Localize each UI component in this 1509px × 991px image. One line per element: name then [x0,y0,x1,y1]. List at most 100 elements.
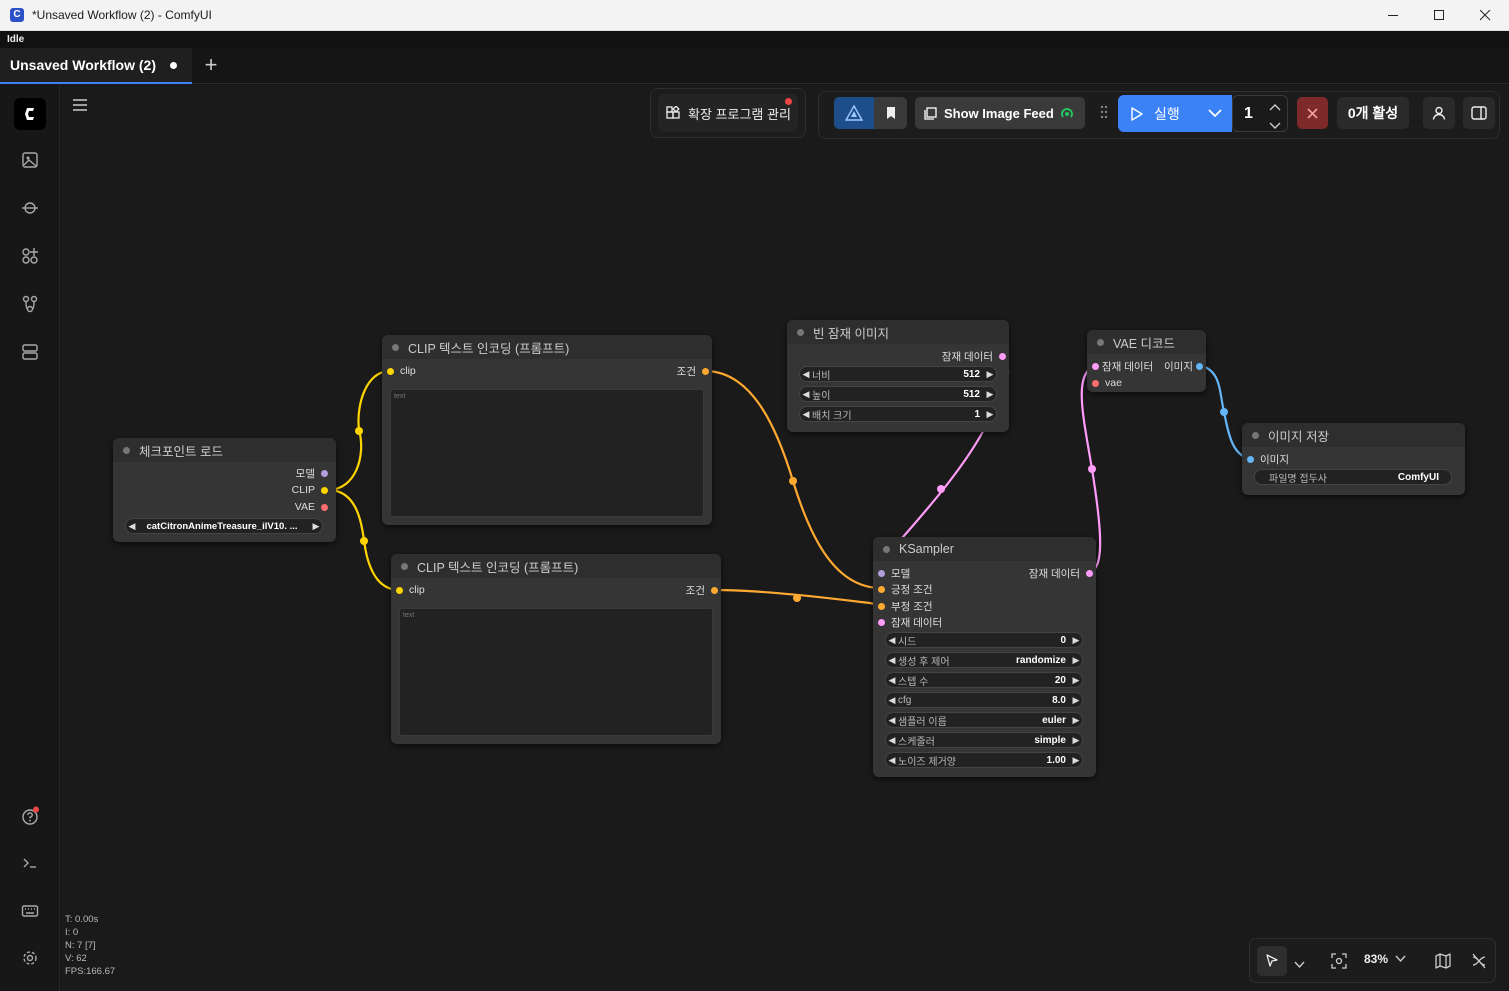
arrow-right-icon[interactable]: ▶ [984,369,996,380]
sidebar-item-images[interactable] [14,144,46,176]
port-dot-icon[interactable] [878,585,885,593]
input-model[interactable]: 모델 [878,566,910,580]
port-dot-icon[interactable] [1092,379,1099,387]
sidebar-item-models[interactable] [14,192,46,224]
port-dot-icon[interactable] [878,618,885,626]
minimize-button[interactable] [1370,0,1416,31]
output-conditioning[interactable]: 조건 [686,583,718,597]
node-title-bar[interactable]: CLIP 텍스트 인코딩 (프롬프트) [391,554,721,578]
sampler-name-widget[interactable]: ◀ 샘플러 이름 euler ▶ [885,712,1083,728]
tab-workflow[interactable]: Unsaved Workflow (2) [0,48,192,84]
output-vae[interactable]: VAE [295,500,328,514]
arrow-right-icon[interactable]: ▶ [310,521,322,532]
output-latent[interactable]: 잠재 데이터 [942,349,1006,363]
arrow-right-icon[interactable]: ▶ [1070,755,1082,766]
arrow-left-icon[interactable]: ◀ [886,755,898,766]
output-latent[interactable]: 잠재 데이터 [1029,566,1093,580]
arrow-right-icon[interactable]: ▶ [1070,635,1082,646]
sidebar-settings-button[interactable] [14,942,46,974]
node-title-bar[interactable]: 이미지 저장 [1242,423,1465,447]
sidebar-keyboard-button[interactable] [14,895,46,927]
control-after-generate-widget[interactable]: ◀ 생성 후 제어 randomize ▶ [885,652,1083,668]
input-negative[interactable]: 부정 조건 [878,599,933,613]
input-samples[interactable]: 잠재 데이터 [1092,359,1153,373]
batch-size-widget[interactable]: ◀ 배치 크기 1 ▶ [799,406,997,422]
prompt-textarea[interactable]: text [399,608,713,736]
output-image[interactable]: 이미지 [1164,359,1203,373]
port-dot-icon[interactable] [702,367,709,375]
port-dot-icon[interactable] [396,586,403,594]
input-clip[interactable]: clip [387,364,416,378]
arrow-right-icon[interactable]: ▶ [1070,675,1082,686]
close-window-button[interactable] [1462,0,1508,31]
sidebar-item-nodes[interactable] [14,240,46,272]
input-latent[interactable]: 잠재 데이터 [878,615,942,629]
port-dot-icon[interactable] [321,503,328,511]
output-clip[interactable]: CLIP [292,483,328,497]
zoom-dropdown[interactable]: 83% [1364,952,1406,966]
input-clip[interactable]: clip [396,583,425,597]
arrow-right-icon[interactable]: ▶ [1070,735,1082,746]
sidebar-terminal-button[interactable] [14,847,46,879]
node-title-bar[interactable]: 체크포인트 로드 [113,438,336,462]
toggle-links-button[interactable] [1471,953,1487,974]
port-dot-icon[interactable] [878,602,885,610]
arrow-right-icon[interactable]: ▶ [984,389,996,400]
node-empty-latent-image[interactable]: 빈 잠재 이미지 잠재 데이터 ◀ 너비 512 ▶ ◀ 높이 512 ▶ ◀ 배치 크기 1 ▶ [787,320,1009,432]
seed-widget[interactable]: ◀ 시드 0 ▶ [885,632,1083,648]
arrow-right-icon[interactable]: ▶ [984,409,996,420]
collapse-dot-icon[interactable] [1252,431,1259,439]
prompt-textarea[interactable]: text [390,389,704,517]
node-vae-decode[interactable]: VAE 디코드 잠재 데이터 vae 이미지 [1087,330,1206,392]
port-dot-icon[interactable] [321,486,328,494]
port-dot-icon[interactable] [878,569,885,577]
minimap-button[interactable] [1435,953,1451,974]
arrow-right-icon[interactable]: ▶ [1070,695,1082,706]
arrow-left-icon[interactable]: ◀ [886,715,898,726]
sidebar-item-templates[interactable] [14,336,46,368]
arrow-left-icon[interactable]: ◀ [886,655,898,666]
width-widget[interactable]: ◀ 너비 512 ▶ [799,366,997,382]
output-conditioning[interactable]: 조건 [677,364,709,378]
maximize-button[interactable] [1416,0,1462,31]
node-title-bar[interactable]: KSampler [873,537,1096,561]
ckpt-name-combo[interactable]: ◀ catCitronAnimeTreasure_ilV10. ... ▶ [125,518,323,534]
cfg-widget[interactable]: ◀ cfg 8.0 ▶ [885,692,1083,708]
filename-prefix-widget[interactable]: 파일명 접두사 ComfyUI [1254,469,1452,485]
sidebar-help-button[interactable] [14,800,46,832]
port-dot-icon[interactable] [1196,362,1203,370]
fit-view-button[interactable] [1331,953,1347,974]
scheduler-widget[interactable]: ◀ 스케줄러 simple ▶ [885,732,1083,748]
output-model[interactable]: 모델 [296,466,328,480]
node-checkpoint-loader[interactable]: 체크포인트 로드 모델 CLIP VAE ◀ catCitronAnimeTre… [113,438,336,542]
arrow-left-icon[interactable]: ◀ [800,369,812,380]
node-title-bar[interactable]: 빈 잠재 이미지 [787,320,1009,344]
node-clip-text-encode-1[interactable]: CLIP 텍스트 인코딩 (프롬프트) clip 조건 text [382,335,712,525]
port-dot-icon[interactable] [711,586,718,594]
port-dot-icon[interactable] [1092,362,1099,370]
port-dot-icon[interactable] [1247,455,1254,463]
add-tab-button[interactable]: + [200,54,222,76]
collapse-dot-icon[interactable] [401,562,408,570]
arrow-left-icon[interactable]: ◀ [886,675,898,686]
input-images[interactable]: 이미지 [1247,452,1289,466]
sidebar-item-workflows[interactable] [14,288,46,320]
input-positive[interactable]: 긍정 조건 [878,582,933,596]
node-clip-text-encode-2[interactable]: CLIP 텍스트 인코딩 (프롬프트) clip 조건 text [391,554,721,744]
arrow-right-icon[interactable]: ▶ [1070,715,1082,726]
node-title-bar[interactable]: VAE 디코드 [1087,330,1206,354]
arrow-right-icon[interactable]: ▶ [1070,655,1082,666]
node-save-image[interactable]: 이미지 저장 이미지 파일명 접두사 ComfyUI [1242,423,1465,495]
collapse-dot-icon[interactable] [392,343,399,351]
node-title-bar[interactable]: CLIP 텍스트 인코딩 (프롬프트) [382,335,712,359]
graph-canvas[interactable]: 확장 프로그램 관리 Show Image Feed 실행 1 0개 활성 체크… [61,85,1509,991]
collapse-dot-icon[interactable] [883,545,890,553]
collapse-dot-icon[interactable] [797,328,804,336]
input-vae[interactable]: vae [1092,376,1122,390]
comfy-logo-button[interactable] [14,98,46,130]
tool-dropdown[interactable] [1294,956,1305,974]
arrow-left-icon[interactable]: ◀ [126,521,138,532]
steps-widget[interactable]: ◀ 스텝 수 20 ▶ [885,672,1083,688]
arrow-left-icon[interactable]: ◀ [886,635,898,646]
port-dot-icon[interactable] [1086,569,1093,577]
